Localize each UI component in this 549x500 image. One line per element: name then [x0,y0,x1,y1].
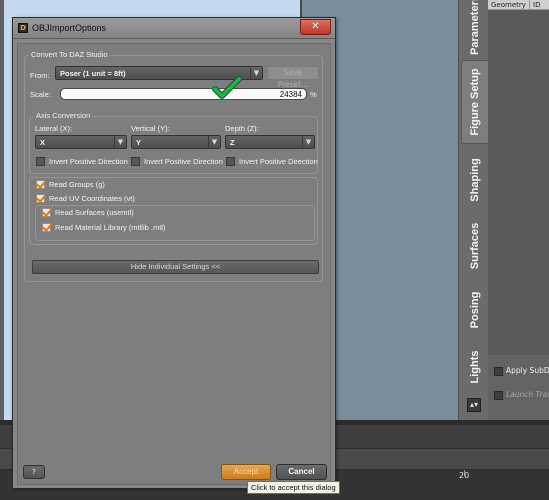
from-label: From: [30,71,50,80]
tab-parameters[interactable]: Parameters [461,0,488,55]
column-header: Geometry ID [488,0,549,10]
side-tab-strip: Parameters Figure Setup Shaping Surfaces… [458,0,488,420]
vertical-dropdown[interactable]: Y ▼ [131,135,221,149]
lateral-label: Lateral (X): [35,124,73,133]
convert-group-title: Convert To DAZ Studio [29,50,110,59]
read-groups-checkbox[interactable] [36,180,45,189]
right-pane: Geometry ID Apply SubD Launch Transfer [488,0,549,420]
invert-y-checkbox[interactable] [131,157,140,166]
lateral-dropdown[interactable]: X ▼ [35,135,127,149]
tab-shaping[interactable]: Shaping [461,150,488,210]
depth-dropdown-value: Z [230,138,235,147]
chevron-down-icon: ▼ [302,136,314,148]
read-groups-label: Read Groups (g) [49,180,105,189]
tab-figure-setup-label: Figure Setup [469,68,481,136]
column-id[interactable]: ID [530,0,549,10]
dialog-title: OBJImportOptions [32,23,107,33]
save-preset-button[interactable]: Save Preset... [267,66,319,89]
chevron-down-icon: ▼ [114,136,126,148]
depth-label: Depth (Z): [225,124,259,133]
scale-input[interactable]: 24384 [60,88,307,100]
apply-subd-checkbox[interactable] [494,367,503,376]
scale-unit: % [310,90,317,99]
chevron-down-icon: ▼ [250,67,262,79]
tab-surfaces-label: Surfaces [468,222,481,270]
cancel-button[interactable]: Cancel [276,464,327,480]
tab-shaping-label: Shaping [468,158,481,202]
invert-x-checkbox[interactable] [36,157,45,166]
invert-y-label: Invert Positive Direction [144,157,223,166]
apply-subd-option[interactable]: Apply SubD [488,362,549,380]
dialog-body: Convert To DAZ Studio From: Poser (1 uni… [17,43,331,485]
accept-tooltip: Click to accept this dialog [247,481,340,494]
tab-parameters-label: Parameters [468,0,481,55]
scale-label: Scale: [30,90,51,99]
read-uv-checkbox[interactable] [36,194,45,203]
read-surfaces-checkbox[interactable] [42,208,51,217]
tab-lights[interactable]: Lights [461,342,488,392]
geometry-list [488,10,549,355]
help-button[interactable]: ? [23,465,45,479]
left-panel-edge [0,0,4,420]
tab-lights-label: Lights [468,350,481,384]
lateral-dropdown-value: X [40,138,46,147]
hide-individual-settings-button[interactable]: Hide Individual Settings << [32,260,319,274]
timeline-tick-label: 20 [459,471,470,480]
tab-scroll-icon[interactable]: ▴▾ [467,398,481,412]
daz-app-icon: D [18,23,28,33]
tab-surfaces[interactable]: Surfaces [461,214,488,278]
scale-value: 24384 [279,90,302,99]
launch-transfer-checkbox [494,391,503,400]
read-material-library-checkbox[interactable] [42,223,51,232]
green-check-icon [212,76,242,99]
accept-button[interactable]: Accept [221,464,271,480]
column-geometry[interactable]: Geometry [488,0,530,10]
close-button[interactable]: ✕ [300,19,331,35]
from-dropdown-value: Poser (1 unit = 8ft) [60,69,126,78]
vertical-label: Vertical (Y): [131,124,170,133]
vertical-dropdown-value: Y [136,138,142,147]
tab-posing[interactable]: Posing [461,282,488,338]
launch-transfer-option: Launch Transfer [488,386,549,404]
launch-transfer-label: Launch Transfer [506,390,549,399]
read-material-library-label: Read Material Library (mtllib .mtl) [55,223,166,232]
chevron-down-icon: ▼ [208,136,220,148]
axis-group-title: Axis Conversion [34,111,93,120]
depth-dropdown[interactable]: Z ▼ [225,135,315,149]
invert-x-label: Invert Positive Direction [49,157,128,166]
read-uv-label: Read UV Coordinates (vt) [49,194,135,203]
obj-import-options-dialog: D OBJImportOptions ✕ Convert To DAZ Stud… [12,17,336,489]
apply-subd-label: Apply SubD [506,366,549,375]
read-surfaces-label: Read Surfaces (usemtl) [55,208,134,217]
tab-figure-setup[interactable]: Figure Setup [461,60,488,144]
invert-z-label: Invert Positive Direction [239,157,318,166]
invert-z-checkbox[interactable] [226,157,235,166]
tab-posing-label: Posing [468,291,481,329]
dialog-titlebar[interactable]: D OBJImportOptions ✕ [13,18,335,39]
